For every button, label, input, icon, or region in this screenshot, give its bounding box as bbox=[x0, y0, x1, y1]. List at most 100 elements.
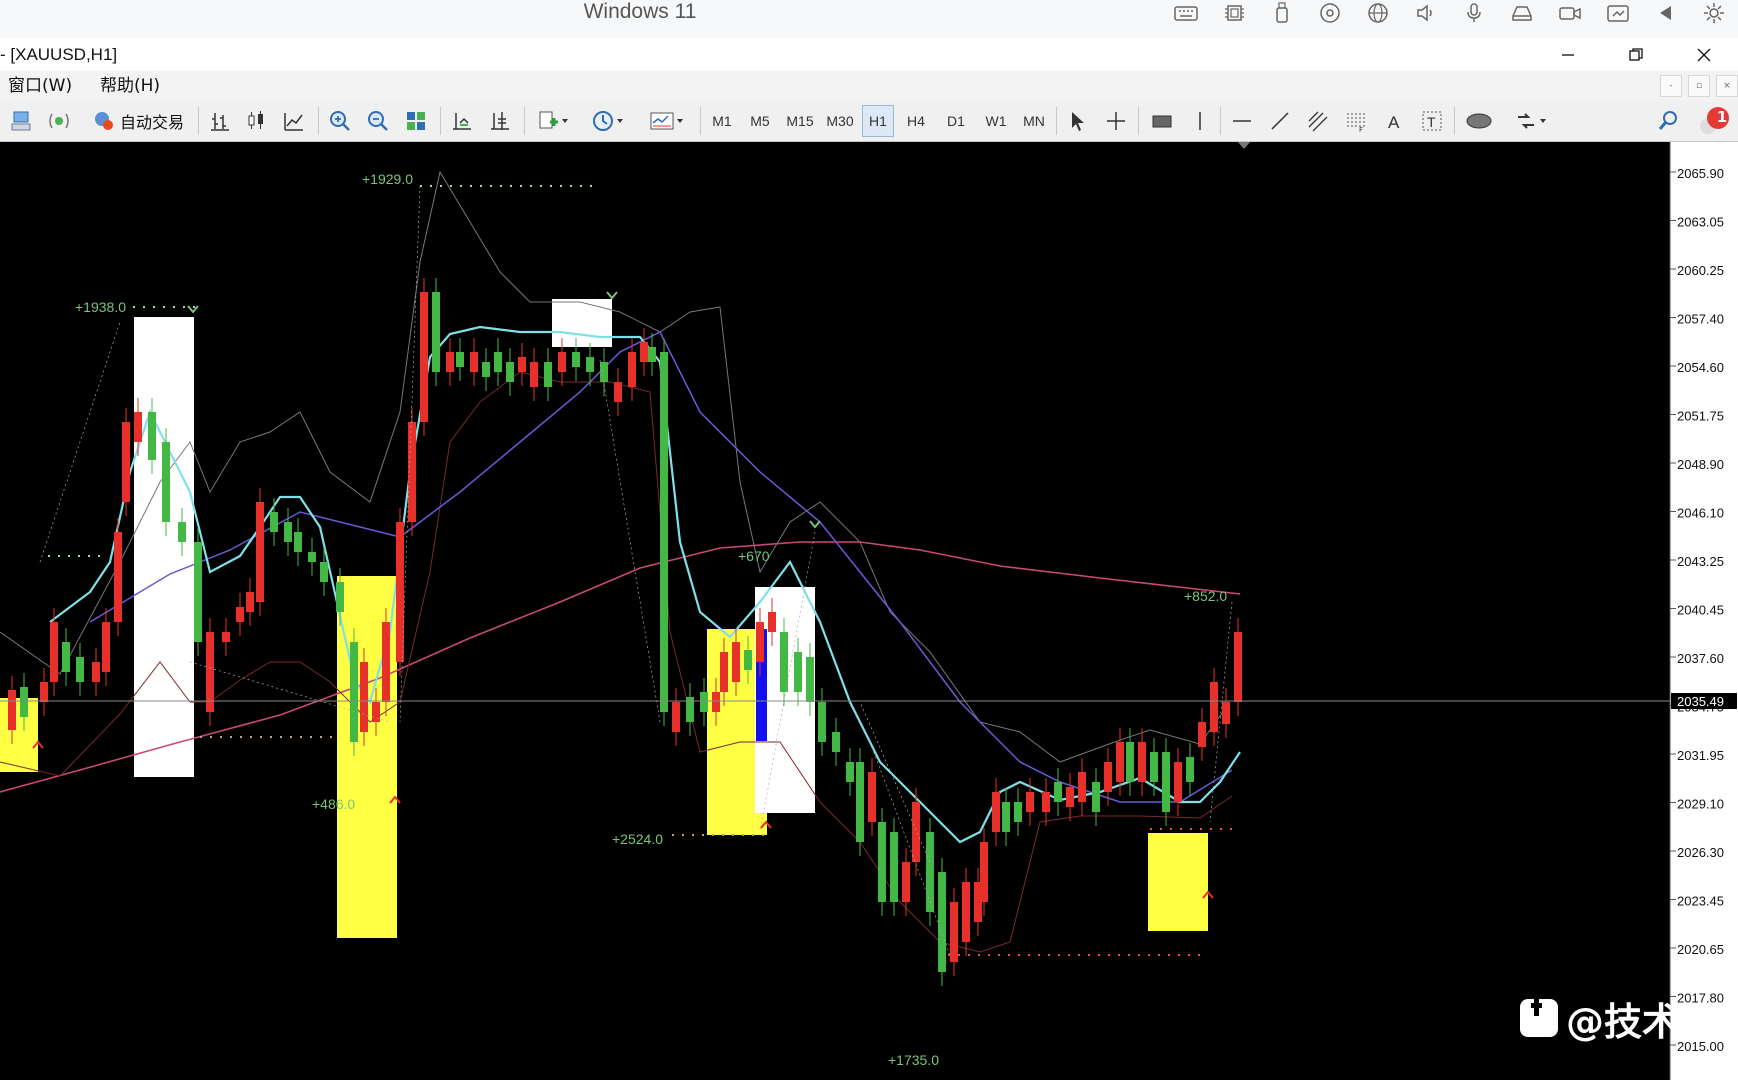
search-button[interactable] bbox=[1652, 101, 1684, 141]
timeframe-m1[interactable]: M1 bbox=[706, 101, 738, 141]
candle bbox=[1078, 772, 1086, 802]
auto-scroll-icon bbox=[453, 113, 471, 130]
add-indicator-icon bbox=[539, 111, 558, 129]
candle bbox=[912, 802, 920, 862]
profiles-button[interactable] bbox=[6, 101, 36, 141]
globe-icon[interactable] bbox=[1354, 0, 1402, 26]
candle bbox=[308, 552, 316, 562]
chevron-down-icon bbox=[1540, 119, 1546, 123]
clock-icon bbox=[593, 111, 613, 131]
candle bbox=[530, 362, 538, 387]
candle bbox=[806, 657, 814, 702]
profit-annotation: +1938.0 bbox=[75, 299, 126, 315]
profit-annotation: +1929.0 bbox=[362, 171, 413, 187]
cursor-tool[interactable] bbox=[1062, 101, 1094, 141]
close-button[interactable] bbox=[1670, 38, 1738, 71]
candle bbox=[122, 422, 130, 502]
templates-button[interactable] bbox=[642, 101, 692, 141]
periodicity-button[interactable] bbox=[584, 101, 632, 141]
timeframe-w1[interactable]: W1 bbox=[980, 101, 1012, 141]
candle bbox=[794, 652, 802, 692]
candle bbox=[1186, 757, 1194, 782]
chart-shift-button[interactable] bbox=[484, 101, 516, 141]
ellipse-tool[interactable] bbox=[1460, 101, 1498, 141]
trendline-tool[interactable] bbox=[1264, 101, 1296, 141]
arrows-tool[interactable] bbox=[1506, 101, 1556, 141]
usb-icon[interactable] bbox=[1258, 0, 1306, 26]
microphone-icon[interactable] bbox=[1450, 0, 1498, 26]
line-chart-button[interactable] bbox=[278, 101, 310, 141]
minimize-button[interactable] bbox=[1534, 38, 1602, 71]
line-chart-icon bbox=[284, 113, 303, 131]
speaker-icon[interactable] bbox=[1402, 0, 1450, 26]
settings-icon[interactable] bbox=[1690, 0, 1738, 26]
timeframe-mn[interactable]: MN bbox=[1018, 101, 1050, 141]
share-icon[interactable] bbox=[1594, 0, 1642, 26]
fibonacci-tool[interactable]: F bbox=[1340, 101, 1372, 141]
candle bbox=[600, 362, 608, 382]
timeframe-h1[interactable]: H1 bbox=[862, 105, 894, 137]
mdi-minimize-button[interactable]: - bbox=[1660, 75, 1682, 97]
candle bbox=[720, 652, 728, 692]
indicators-button[interactable] bbox=[530, 101, 576, 141]
menu-window[interactable]: 窗口(W) bbox=[8, 71, 72, 101]
bar-chart-icon bbox=[211, 113, 229, 131]
timeframe-h4[interactable]: H4 bbox=[900, 101, 932, 141]
chip-icon[interactable] bbox=[1210, 0, 1258, 26]
candle bbox=[878, 822, 886, 902]
signals-button[interactable] bbox=[44, 101, 74, 141]
tile-windows-icon bbox=[407, 112, 425, 130]
timeframe-m30[interactable]: M30 bbox=[822, 101, 858, 141]
restore-icon bbox=[1629, 47, 1643, 61]
auto-trading-button[interactable]: 自动交易 bbox=[84, 101, 192, 141]
chart-shift-icon bbox=[491, 112, 509, 130]
auto-scroll-button[interactable] bbox=[446, 101, 478, 141]
candle bbox=[614, 382, 622, 402]
horizontal-line-tool[interactable] bbox=[1226, 101, 1258, 141]
back-icon[interactable] bbox=[1642, 0, 1690, 26]
zoom-in-button[interactable] bbox=[324, 101, 356, 141]
chart-area[interactable]: +1929.0 +1938.0 +486.0 +2524.0 +670 +852.0 +17… bbox=[0, 142, 1738, 1080]
candle bbox=[868, 772, 876, 822]
rectangle-tool[interactable] bbox=[1144, 101, 1180, 141]
vertical-line-tool[interactable] bbox=[1184, 101, 1216, 141]
mdi-restore-button[interactable]: ▫ bbox=[1688, 75, 1710, 97]
price-label: 2060.25 bbox=[1677, 263, 1724, 278]
camera-icon[interactable] bbox=[1546, 0, 1594, 26]
notifications-button[interactable]: 1 bbox=[1694, 101, 1732, 141]
bar-chart-button[interactable] bbox=[204, 101, 236, 141]
drive-icon[interactable] bbox=[1498, 0, 1546, 26]
price-label: 2063.05 bbox=[1677, 215, 1724, 230]
arrows-icon bbox=[1518, 113, 1534, 129]
disc-icon[interactable] bbox=[1306, 0, 1354, 26]
candle bbox=[470, 352, 478, 372]
candle bbox=[236, 607, 244, 622]
zoom-out-button[interactable] bbox=[362, 101, 394, 141]
search-icon bbox=[1658, 111, 1677, 130]
candle bbox=[1054, 782, 1062, 802]
auto-trading-label: 自动交易 bbox=[119, 115, 184, 132]
candlestick-button[interactable] bbox=[240, 101, 272, 141]
minimize-icon bbox=[1562, 53, 1574, 56]
restore-button[interactable] bbox=[1602, 38, 1670, 71]
keyboard-icon[interactable] bbox=[1162, 0, 1210, 26]
profiles-icon bbox=[11, 111, 31, 131]
timeframe-m15[interactable]: M15 bbox=[782, 101, 818, 141]
price-label: 2023.45 bbox=[1677, 894, 1724, 909]
mdi-close-button[interactable]: × bbox=[1716, 75, 1738, 97]
timeframe-d1[interactable]: D1 bbox=[940, 101, 972, 141]
timeframe-m5[interactable]: M5 bbox=[744, 101, 776, 141]
menu-help[interactable]: 帮助(H) bbox=[100, 71, 160, 101]
candle bbox=[20, 687, 28, 717]
candle bbox=[558, 352, 566, 372]
candle bbox=[856, 762, 864, 842]
channel-tool[interactable] bbox=[1302, 101, 1334, 141]
candle bbox=[1026, 792, 1034, 812]
tile-windows-button[interactable] bbox=[400, 101, 432, 141]
price-label: 2057.40 bbox=[1677, 312, 1724, 327]
fibonacci-icon: F bbox=[1347, 113, 1365, 133]
price-chart[interactable]: +1929.0 +1938.0 +486.0 +2524.0 +670 +852.0 +17… bbox=[0, 142, 1738, 1080]
crosshair-tool[interactable] bbox=[1100, 101, 1132, 141]
text-tool[interactable]: A bbox=[1378, 101, 1410, 141]
text-label-tool[interactable]: T bbox=[1416, 101, 1448, 141]
